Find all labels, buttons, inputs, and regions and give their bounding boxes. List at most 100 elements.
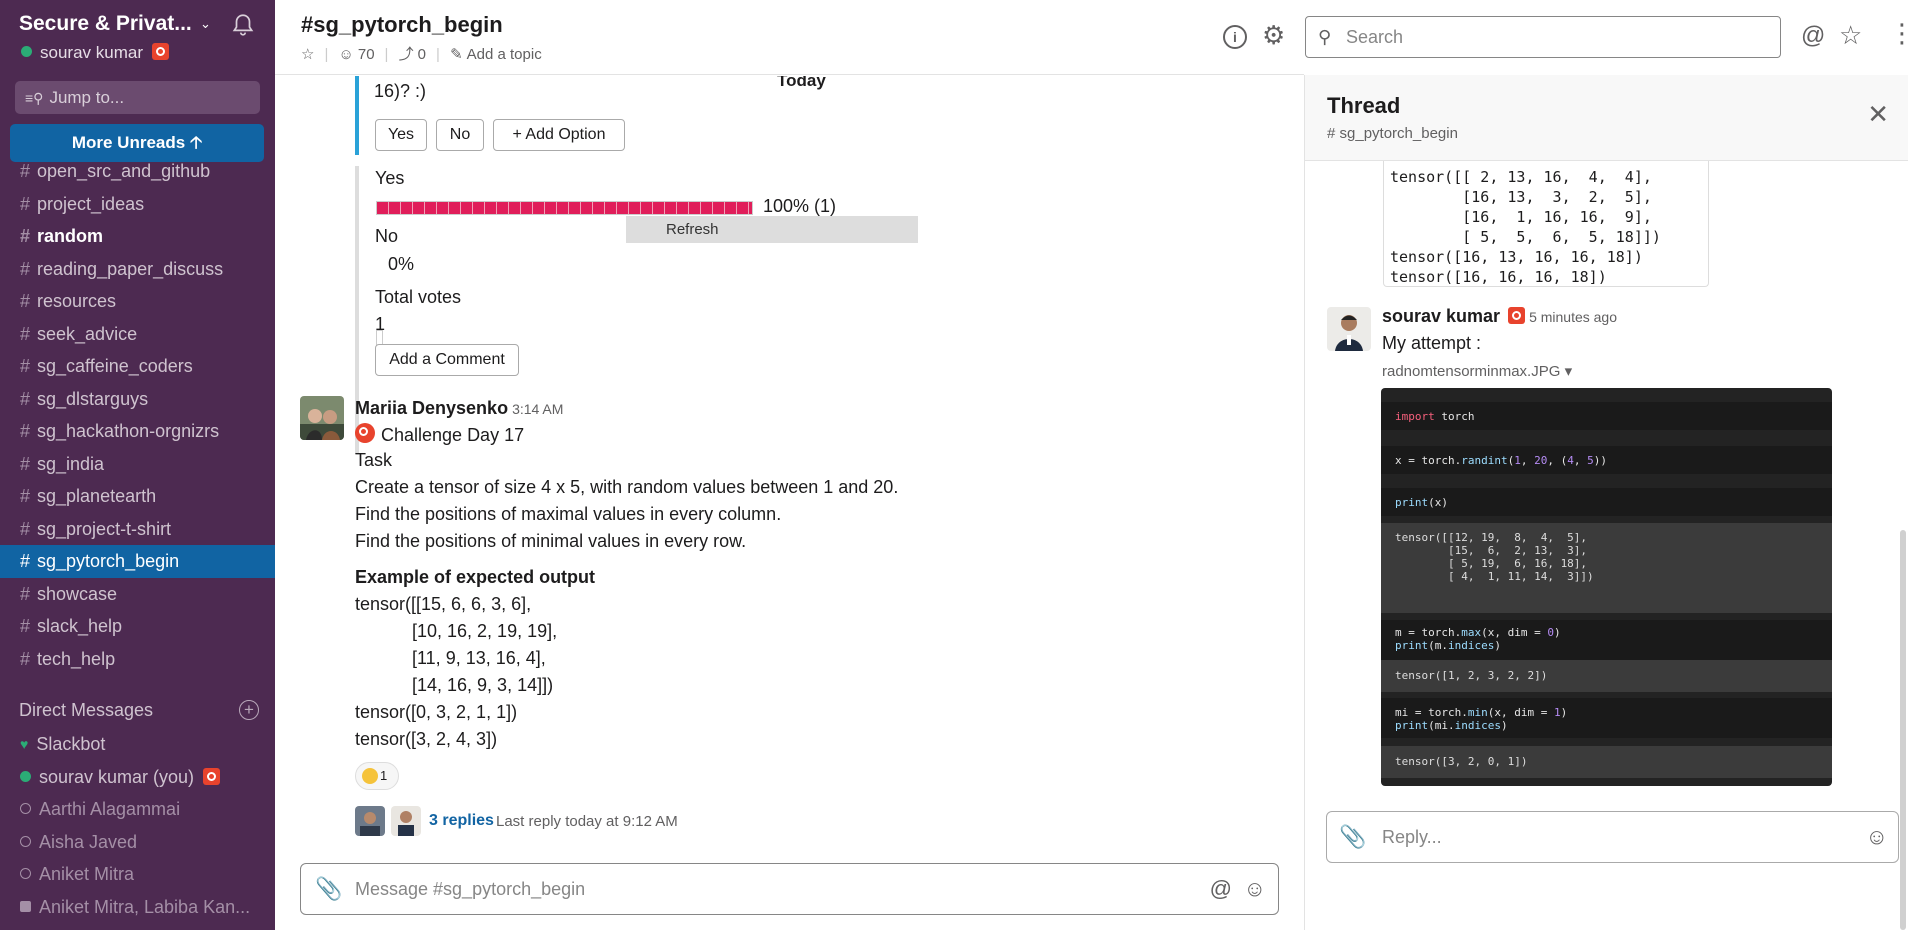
task-line: Find the positions of maximal values in …	[355, 504, 782, 524]
channel-name: reading_paper_discuss	[37, 258, 224, 279]
hash-icon: #	[20, 486, 31, 506]
direct-messages-header[interactable]: Direct Messages +	[19, 700, 259, 721]
top-bar-right: ⚲ Search @ ☆ ⋮	[1304, 0, 1908, 75]
add-comment-button[interactable]: Add a Comment	[375, 344, 519, 376]
workspace-name[interactable]: Secure & Privat...	[19, 12, 192, 36]
dm-item[interactable]: Aarthi Alagammai	[0, 793, 275, 826]
emoji-icon[interactable]: ☺	[1244, 876, 1266, 902]
target-emoji-icon	[355, 423, 375, 443]
file-name-text: radnomtensorminmax.JPG	[1382, 363, 1561, 380]
last-reply-text: Last reply today at 9:12 AM	[496, 813, 678, 830]
more-unreads-button[interactable]: More Unreads 🡡	[10, 124, 264, 162]
sidebar-channel-slack_help[interactable]: # slack_help	[0, 610, 275, 643]
channel-name: sg_planetearth	[37, 486, 157, 506]
message-input[interactable]: Message #sg_pytorch_begin	[355, 879, 585, 900]
task-line: Find the positions of minimal values in …	[355, 531, 747, 551]
challenge-title: Challenge Day 17	[355, 423, 524, 446]
thread-message-timestamp[interactable]: 5 minutes ago	[1529, 309, 1617, 325]
current-user[interactable]: sourav kumar	[21, 43, 169, 63]
dm-item[interactable]: Aniket Mitra, Labiba Kan...	[0, 891, 275, 924]
jump-to-button[interactable]: ≡⚲ Jump to...	[15, 81, 260, 114]
chevron-down-icon[interactable]: ⌄	[200, 16, 211, 32]
poll-yes-button[interactable]: Yes	[375, 119, 427, 151]
dm-item[interactable]: Aniket Mitra	[0, 858, 275, 891]
channel-name: seek_advice	[37, 323, 138, 344]
code-image-cell: mi = torch.min(x, dim = 1) print(mi.indi…	[1381, 698, 1832, 738]
sidebar-channel-sg_india[interactable]: # sg_india	[0, 448, 275, 481]
mention-icon[interactable]: @	[1210, 876, 1232, 902]
thread-message-author[interactable]: sourav kumar 5 minutes ago	[1382, 306, 1617, 327]
pin-count[interactable]: 0	[418, 46, 426, 63]
dm-item[interactable]: sourav kumar (you)	[0, 761, 275, 794]
code-image-cell: print(x)	[1381, 488, 1832, 516]
sidebar-channel-resources[interactable]: # resources	[0, 285, 275, 318]
online-status-icon	[21, 46, 32, 57]
gear-icon[interactable]: ⚙	[1262, 22, 1285, 48]
poll-add-option-button[interactable]: + Add Option	[493, 119, 625, 151]
hash-icon: #	[20, 291, 31, 311]
replies-link[interactable]: 3 replies	[429, 812, 494, 830]
thread-header: Thread # sg_pytorch_begin ✕	[1305, 75, 1908, 161]
refresh-tooltip[interactable]: Refresh	[626, 216, 918, 243]
channel-name: sg_project-t-shirt	[37, 518, 172, 539]
sidebar-channel-reading_paper_discuss[interactable]: # reading_paper_discuss	[0, 253, 275, 286]
message-author-name[interactable]: Mariia Denysenko	[355, 398, 508, 418]
avatar[interactable]	[300, 396, 344, 440]
thread-scrollbar[interactable]	[1900, 530, 1906, 930]
channel-name: sg_india	[37, 453, 105, 474]
more-options-icon[interactable]: ⋮	[1889, 18, 1908, 49]
code-screenshot-image[interactable]: import torch x = torch.randint(1, 20, (4…	[1381, 388, 1832, 786]
paperclip-icon[interactable]: 📎	[315, 876, 342, 902]
caret-down-icon[interactable]: ▾	[1565, 363, 1573, 380]
sidebar-channel-seek_advice[interactable]: # seek_advice	[0, 318, 275, 351]
date-divider[interactable]: Today	[765, 76, 838, 94]
sidebar-channel-sg_pytorch_begin[interactable]: # sg_pytorch_begin	[0, 545, 275, 578]
total-votes-label: Total votes	[375, 287, 462, 307]
search-input[interactable]: ⚲ Search	[1305, 16, 1781, 58]
bell-icon[interactable]	[230, 12, 256, 38]
file-name[interactable]: radnomtensorminmax.JPG ▾	[1382, 362, 1572, 380]
sidebar-channel-sg_project-t-shirt[interactable]: # sg_project-t-shirt	[0, 513, 275, 546]
task-label: Task	[355, 450, 393, 470]
hash-icon: #	[20, 161, 31, 181]
thread-channel[interactable]: # sg_pytorch_begin	[1327, 125, 1458, 142]
target-emoji-icon	[151, 43, 169, 60]
message-pane: 16)? :) Today Yes No + Add Option Yes 10…	[275, 76, 1304, 856]
hash-icon: #	[20, 518, 31, 539]
sidebar-channel-showcase[interactable]: # showcase	[0, 578, 275, 611]
poll-accent-bar	[355, 76, 359, 155]
starred-items-icon[interactable]: ☆	[1839, 20, 1862, 51]
message-author[interactable]: Mariia Denysenko 3:14 AM	[355, 398, 563, 419]
star-outline-icon[interactable]: ☆	[301, 46, 314, 63]
message-composer[interactable]: 📎 Message #sg_pytorch_begin @ ☺	[300, 863, 1279, 915]
sidebar-channel-tech_help[interactable]: # tech_help	[0, 643, 275, 676]
sidebar: Secure & Privat... ⌄ sourav kumar ≡⚲ Jump…	[0, 0, 275, 930]
reaction-button[interactable]: 1	[355, 762, 399, 790]
emoji-icon[interactable]: ☺	[1866, 824, 1888, 850]
mentions-icon[interactable]: @	[1801, 22, 1825, 50]
reply-input[interactable]: Reply...	[1382, 827, 1442, 848]
search-icon: ⚲	[1318, 27, 1332, 47]
sidebar-channel-sg_hackathon-orgnizrs[interactable]: # sg_hackathon-orgnizrs	[0, 415, 275, 448]
close-icon[interactable]: ✕	[1867, 99, 1889, 130]
info-icon[interactable]: i	[1223, 25, 1247, 49]
code-image-cell: import torch	[1381, 402, 1832, 430]
reply-composer[interactable]: 📎 Reply... ☺	[1326, 811, 1899, 863]
message-timestamp[interactable]: 3:14 AM	[512, 401, 563, 417]
members-icon: ☺	[338, 46, 354, 63]
member-count[interactable]: 70	[358, 46, 375, 63]
sidebar-channel-sg_planetearth[interactable]: # sg_planetearth	[0, 480, 275, 513]
avatar[interactable]	[1327, 307, 1371, 351]
add-topic-link[interactable]: Add a topic	[467, 46, 542, 63]
channel-title[interactable]: #sg_pytorch_begin	[301, 12, 503, 38]
paperclip-icon[interactable]: 📎	[1339, 824, 1366, 850]
sidebar-channel-project_ideas[interactable]: # project_ideas	[0, 188, 275, 221]
add-dm-icon[interactable]: +	[239, 700, 259, 720]
poll-no-button[interactable]: No	[436, 119, 484, 151]
sidebar-channel-sg_dlstarguys[interactable]: # sg_dlstarguys	[0, 383, 275, 416]
dm-item[interactable]: Aisha Javed	[0, 826, 275, 859]
thread-author-name[interactable]: sourav kumar	[1382, 306, 1500, 326]
dm-item[interactable]: ♥ Slackbot	[0, 728, 275, 761]
sidebar-channel-random[interactable]: # random	[0, 220, 275, 253]
sidebar-channel-sg_caffeine_coders[interactable]: # sg_caffeine_coders	[0, 350, 275, 383]
